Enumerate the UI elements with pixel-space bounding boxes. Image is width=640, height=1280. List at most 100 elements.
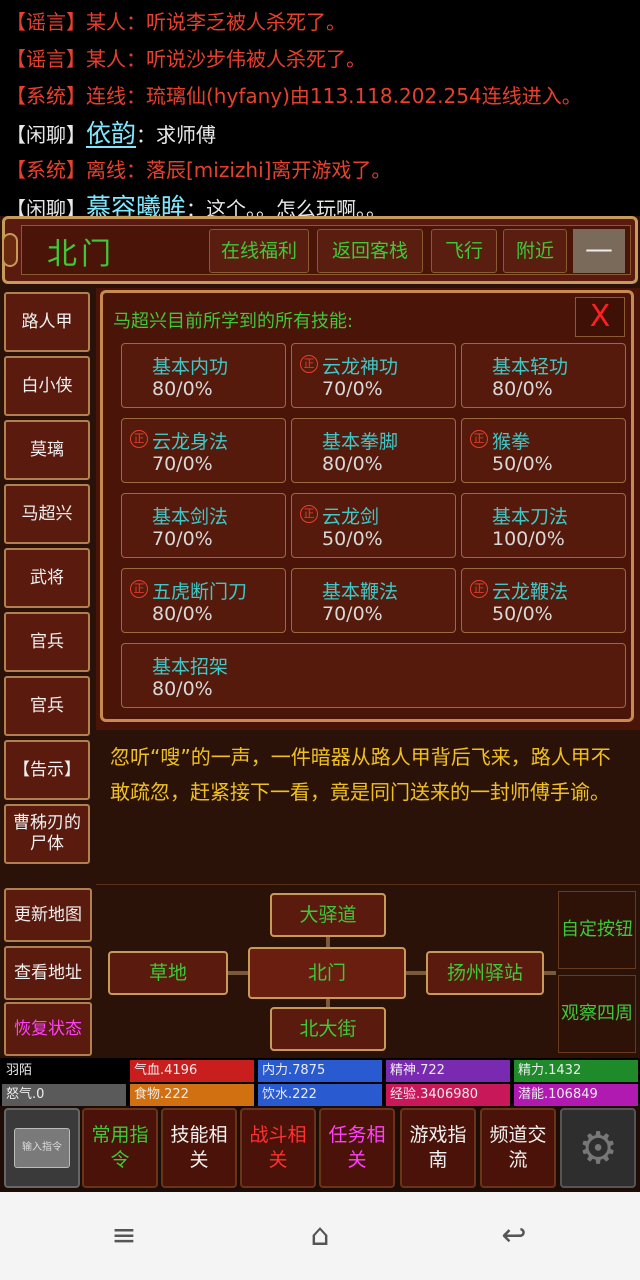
- skill-name: 云龙神功: [322, 356, 399, 378]
- bottom-toolbar: 输入指令 常用指令 技能相关 战斗相关 任务相关 游戏指南 频道交流 ⚙: [0, 1106, 640, 1192]
- gear-icon[interactable]: ⚙: [560, 1108, 636, 1188]
- skill-card[interactable]: 正 云龙身法 70/0%: [121, 418, 286, 483]
- custom-button[interactable]: 自定按钮: [558, 891, 636, 969]
- skill-card[interactable]: 基本剑法 70/0%: [121, 493, 286, 558]
- collapse-button[interactable]: —: [573, 229, 625, 273]
- exit-west-button[interactable]: 草地: [108, 951, 228, 995]
- nearby-button[interactable]: 附近: [503, 229, 567, 273]
- chat-line: 【系统】连线：琉璃仙(hyfany)由113.118.202.254连线进入。: [6, 78, 634, 115]
- skill-name: 猴拳: [492, 431, 531, 453]
- fly-button[interactable]: 飞行: [431, 229, 497, 273]
- combat-button[interactable]: 战斗相关: [240, 1108, 316, 1188]
- exit-north-button[interactable]: 大驿道: [270, 893, 386, 937]
- skill-name: 五虎断门刀: [152, 581, 248, 603]
- skill-name: 云龙剑: [322, 506, 380, 528]
- skill-progress: 70/0%: [322, 378, 383, 400]
- npc-button[interactable]: 马超兴: [4, 484, 90, 544]
- skill-card[interactable]: 基本招架 80/0%: [121, 643, 626, 708]
- skill-card[interactable]: 基本拳脚 80/0%: [291, 418, 456, 483]
- potential-bar: 潜能.106849: [514, 1084, 638, 1106]
- exp-bar: 经验.3406980: [386, 1084, 510, 1106]
- quests-button[interactable]: 任务相关: [319, 1108, 395, 1188]
- skill-card[interactable]: 正 云龙剑 50/0%: [291, 493, 456, 558]
- skill-name: 基本轻功: [492, 356, 569, 378]
- exit-east-button[interactable]: 扬州驿站: [426, 951, 544, 995]
- spirit-bar: 精神.722: [386, 1060, 510, 1082]
- hp-bar: 气血.4196: [130, 1060, 254, 1082]
- chat-text: 某人：听说沙步伟被人杀死了。: [86, 47, 366, 71]
- menu-icon[interactable]: ≡: [104, 1218, 144, 1254]
- location-name: 北门: [47, 237, 115, 272]
- event-message: 忽听“嗖”的一声，一件暗器从路人甲背后飞来，路人甲不敢疏忽，赶紧接下一看，竟是同…: [96, 730, 640, 884]
- skill-card[interactable]: 正 云龙鞭法 50/0%: [461, 568, 626, 633]
- npc-button[interactable]: 官兵: [4, 676, 90, 736]
- npc-button[interactable]: 白小侠: [4, 356, 90, 416]
- skill-progress: 80/0%: [152, 603, 213, 625]
- skill-name: 基本鞭法: [322, 581, 399, 603]
- skill-progress: 70/0%: [322, 603, 383, 625]
- chat-line: 【系统】离线：落辰[mizizhi]离开游戏了。: [6, 152, 634, 189]
- skill-progress: 80/0%: [322, 453, 383, 475]
- skill-card[interactable]: 正 五虎断门刀 80/0%: [121, 568, 286, 633]
- chat-text: 某人：听说李乏被人杀死了。: [86, 10, 346, 34]
- chat-tag: 【系统】: [6, 84, 86, 108]
- observe-button[interactable]: 观察四周: [558, 975, 636, 1053]
- special-seal-icon: 正: [470, 580, 488, 598]
- command-input-button[interactable]: 输入指令: [4, 1108, 80, 1188]
- skill-card[interactable]: 基本刀法 100/0%: [461, 493, 626, 558]
- back-icon[interactable]: ↩: [494, 1218, 534, 1254]
- skill-card[interactable]: 正 云龙神功 70/0%: [291, 343, 456, 408]
- chat-tag: 【谣言】: [6, 10, 86, 34]
- npc-button[interactable]: 武将: [4, 548, 90, 608]
- chat-tag: 【谣言】: [6, 47, 86, 71]
- return-inn-button[interactable]: 返回客栈: [317, 229, 423, 273]
- skill-progress: 70/0%: [152, 528, 213, 550]
- player-name: 羽陌: [2, 1060, 126, 1082]
- special-seal-icon: 正: [300, 355, 318, 373]
- skill-progress: 80/0%: [152, 678, 213, 700]
- exit-south-button[interactable]: 北大街: [270, 1007, 386, 1051]
- special-seal-icon: 正: [300, 505, 318, 523]
- update-map-button[interactable]: 更新地图: [4, 888, 92, 942]
- chat-line: 【闲聊】依韵：求师傅: [6, 115, 634, 152]
- skill-card[interactable]: 基本鞭法 70/0%: [291, 568, 456, 633]
- skill-progress: 80/0%: [492, 378, 553, 400]
- npc-button[interactable]: 官兵: [4, 612, 90, 672]
- channel-button[interactable]: 频道交流: [480, 1108, 556, 1188]
- skills-button[interactable]: 技能相关: [161, 1108, 237, 1188]
- npc-button[interactable]: 路人甲: [4, 292, 90, 352]
- home-icon[interactable]: ⌂: [300, 1218, 340, 1254]
- common-commands-button[interactable]: 常用指令: [82, 1108, 158, 1188]
- close-button[interactable]: X: [575, 297, 625, 337]
- rage-bar: 怒气.0: [2, 1084, 126, 1106]
- status-bars: 羽陌 气血.4196 内力.7875 精神.722 精力.1432 怒气.0 食…: [0, 1058, 640, 1106]
- keyboard-icon: 输入指令: [14, 1128, 70, 1168]
- view-address-button[interactable]: 查看地址: [4, 946, 92, 1000]
- skill-progress: 50/0%: [492, 453, 553, 475]
- skill-progress: 80/0%: [152, 378, 213, 400]
- water-bar: 饮水.222: [258, 1084, 382, 1106]
- system-nav-bar: ≡ ⌂ ↩: [0, 1192, 640, 1280]
- skill-card[interactable]: 正 猴拳 50/0%: [461, 418, 626, 483]
- notice-button[interactable]: 【告示】: [4, 740, 90, 800]
- chat-tag: 【闲聊】: [6, 123, 86, 147]
- chat-tag: 【系统】: [6, 158, 86, 182]
- skill-progress: 50/0%: [492, 603, 553, 625]
- skill-name: 基本招架: [152, 656, 229, 678]
- location-bar: 北门 在线福利 返回客栈 飞行 附近 —: [2, 216, 638, 284]
- chat-text: 离线：落辰[mizizhi]离开游戏了。: [86, 158, 392, 182]
- npc-button[interactable]: 莫璃: [4, 420, 90, 480]
- skill-name: 基本内功: [152, 356, 229, 378]
- chat-log: 【谣言】某人：听说李乏被人杀死了。 【谣言】某人：听说沙步伟被人杀死了。 【系统…: [0, 0, 640, 222]
- game-guide-button[interactable]: 游戏指南: [400, 1108, 476, 1188]
- skill-card[interactable]: 基本内功 80/0%: [121, 343, 286, 408]
- skill-card[interactable]: 基本轻功 80/0%: [461, 343, 626, 408]
- online-benefits-button[interactable]: 在线福利: [209, 229, 309, 273]
- special-seal-icon: 正: [470, 430, 488, 448]
- corpse-button[interactable]: 曹秭刃的尸体: [4, 804, 90, 864]
- skills-panel-title: 马超兴目前所学到的所有技能:: [113, 311, 354, 332]
- chat-speaker[interactable]: 依韵: [86, 119, 136, 148]
- restore-status-button[interactable]: 恢复状态: [4, 1002, 92, 1056]
- skill-progress: 70/0%: [152, 453, 213, 475]
- current-location-button[interactable]: 北门: [248, 947, 406, 999]
